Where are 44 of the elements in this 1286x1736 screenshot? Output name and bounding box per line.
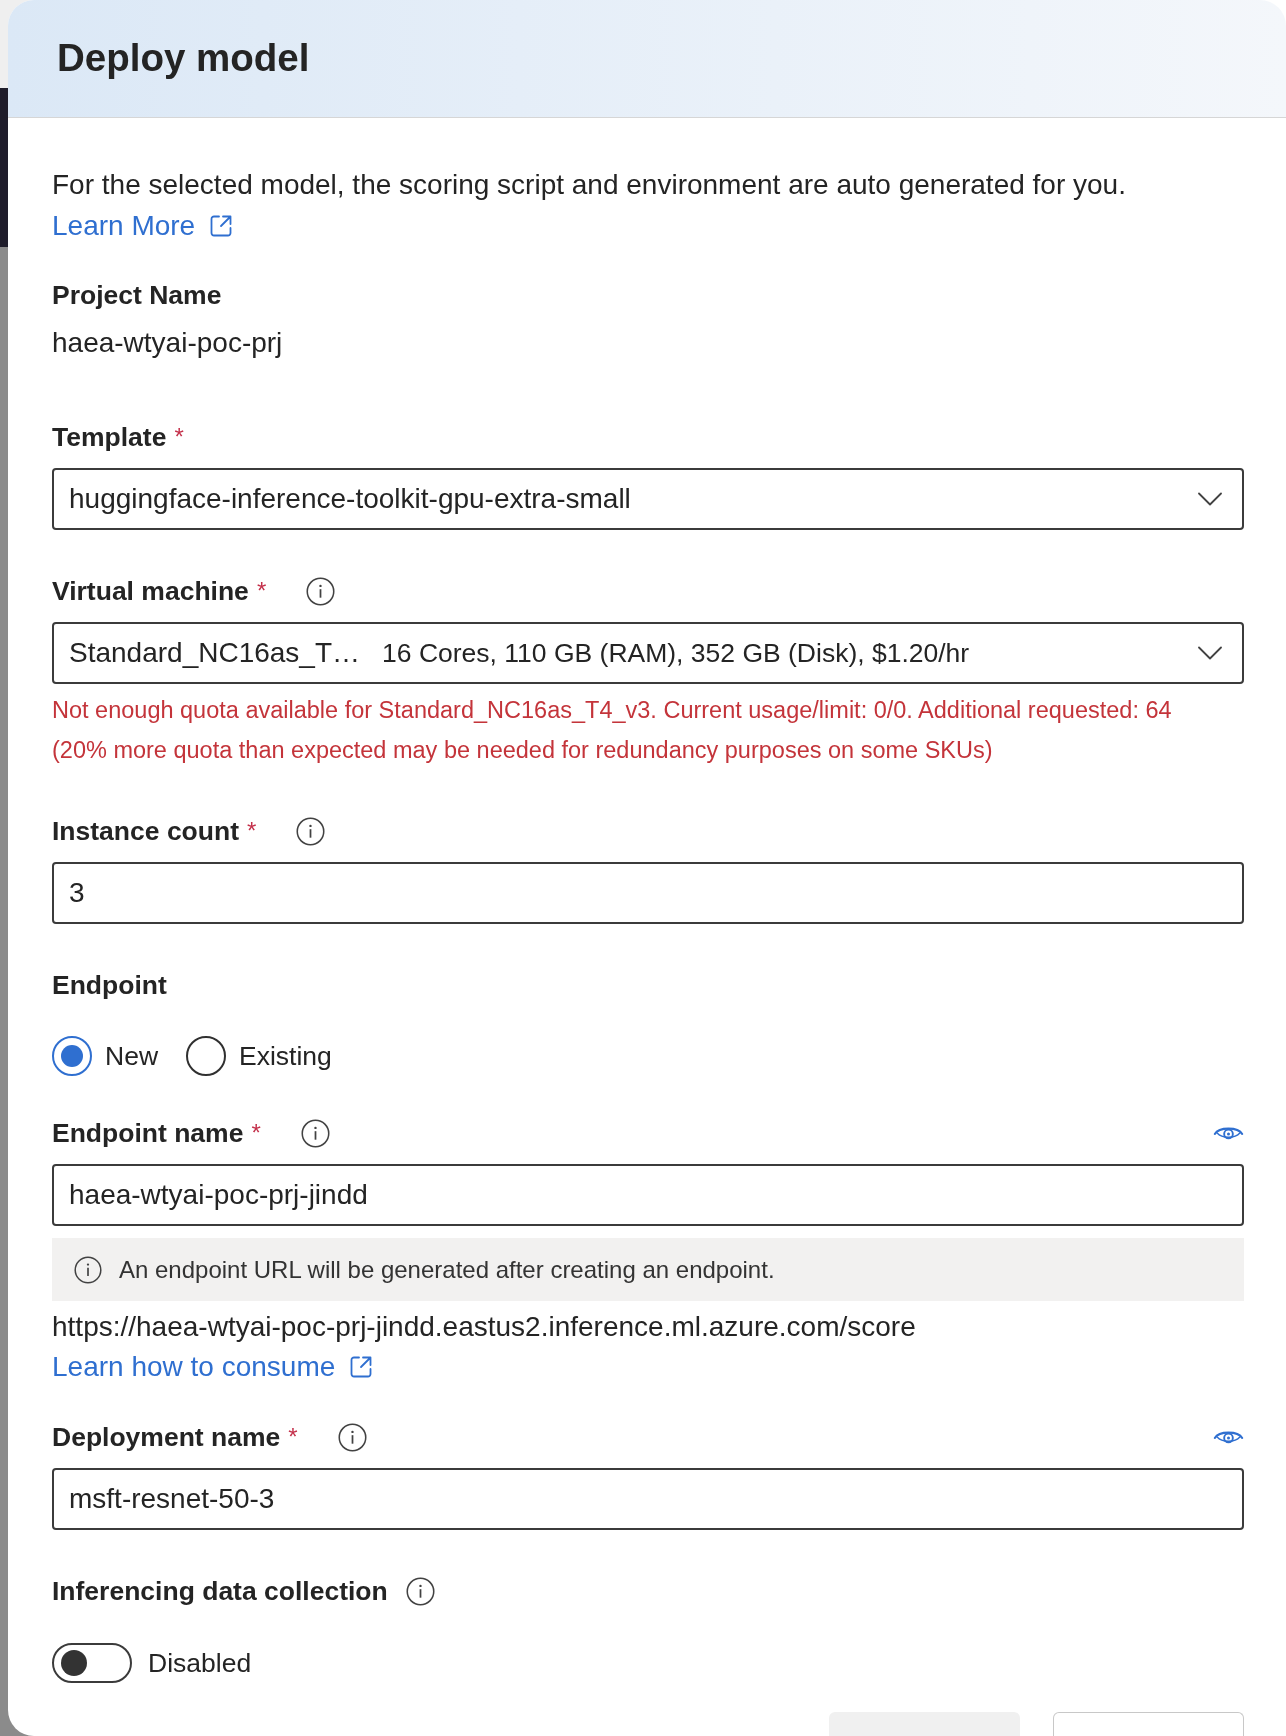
text-input[interactable]: haea-wtyai-poc-prj-jindd bbox=[52, 1164, 1244, 1226]
error-message: (20% more quota than expected may be needed for redundancy purposes on some SKUs) bbox=[52, 736, 994, 765]
required-asterisk: * bbox=[288, 1422, 298, 1452]
field-label: Virtual machine bbox=[52, 575, 249, 608]
radio-label[interactable]: New bbox=[105, 1039, 158, 1073]
info-icon[interactable] bbox=[296, 816, 326, 846]
error-message: Not enough quota available for Standard_NC16as_T4_v3. Current usage/limit: 0/0. Additional requested: 64 bbox=[52, 696, 1173, 725]
learn-more-link[interactable]: Learn More bbox=[52, 205, 234, 246]
learn-how-link[interactable]: Learn how to consume bbox=[52, 1347, 374, 1387]
info-icon[interactable] bbox=[306, 576, 336, 606]
chevron-down-icon bbox=[1198, 646, 1222, 660]
intro-text: For the selected model, the scoring script and environment are auto generated for you. Learn More bbox=[52, 164, 1244, 246]
radio-button[interactable] bbox=[186, 1036, 226, 1076]
field-label: Endpoint name bbox=[52, 1117, 244, 1150]
field-label: Project Name bbox=[52, 279, 222, 312]
chevron-down-icon bbox=[1198, 492, 1222, 506]
required-asterisk: * bbox=[247, 816, 257, 846]
external-link-icon bbox=[209, 213, 234, 238]
info-banner-text: An endpoint URL will be generated after creating an endpoint. bbox=[119, 1255, 775, 1284]
vm-spec-text: 16 Cores, 110 GB (RAM), 352 GB (Disk), $1.20/hr bbox=[382, 637, 970, 669]
field-label: Inferencing data collection bbox=[52, 1575, 388, 1608]
info-icon bbox=[74, 1255, 102, 1284]
required-asterisk: * bbox=[256, 576, 267, 606]
endpoint-url: https://haea-wtyai-poc-prj-jindd.eastus2.inference.ml.azure.com/score bbox=[52, 1310, 917, 1344]
toggle-status: Disabled bbox=[148, 1647, 252, 1680]
info-icon[interactable] bbox=[405, 1576, 435, 1606]
radio-button[interactable] bbox=[52, 1036, 92, 1076]
field-label: Endpoint bbox=[52, 969, 167, 1002]
required-asterisk: * bbox=[251, 1118, 261, 1148]
dropdown[interactable]: huggingface-inference-toolkit-gpu-extra-small bbox=[52, 468, 1244, 530]
text-input[interactable]: 3 bbox=[52, 862, 1244, 924]
toggle-switch[interactable] bbox=[52, 1643, 132, 1683]
field-label: Template bbox=[52, 421, 167, 454]
field-label: Deployment name bbox=[52, 1421, 281, 1454]
info-icon[interactable] bbox=[300, 1118, 330, 1148]
field-label: Instance count bbox=[52, 815, 239, 848]
dialog-title: Deploy model bbox=[57, 35, 310, 82]
required-asterisk: * bbox=[174, 422, 184, 452]
radio-label[interactable]: Existing bbox=[239, 1039, 332, 1073]
info-icon[interactable] bbox=[337, 1422, 367, 1452]
dropdown[interactable]: Standard_NC16as_T… 16 Cores, 110 GB (RAM), 352 GB (Disk), $1.20/hr bbox=[52, 622, 1244, 684]
field-value: haea-wtyai-poc-prj bbox=[52, 326, 284, 360]
text-input[interactable]: msft-resnet-50-3 bbox=[52, 1468, 1244, 1530]
external-link-icon bbox=[349, 1355, 374, 1379]
